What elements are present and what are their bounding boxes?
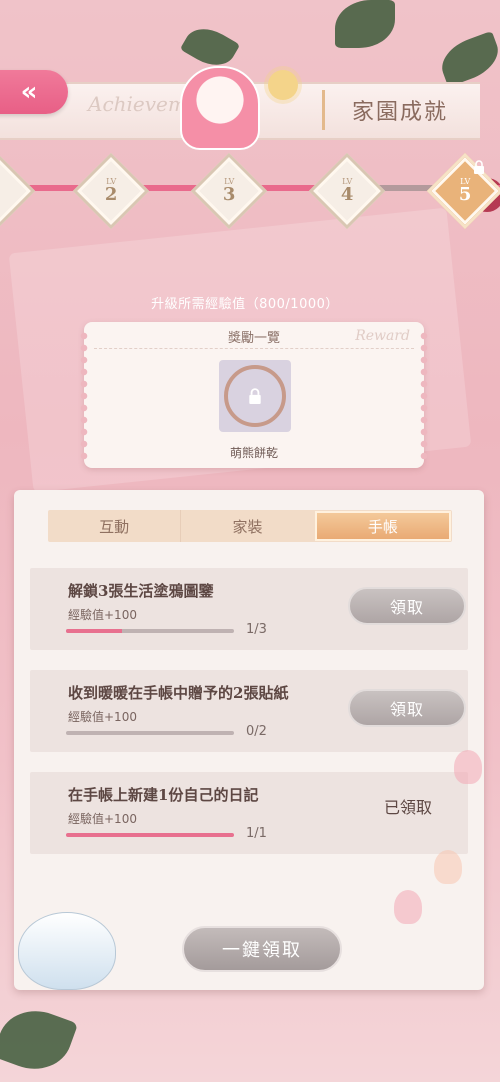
reward-script-text: Reward — [355, 328, 410, 344]
task-exp: 經驗值+100 — [68, 710, 137, 724]
task-progress-text: 1/1 — [246, 826, 267, 841]
page-title: 家園成就 — [322, 90, 475, 130]
flower-decoration — [454, 750, 482, 784]
lock-icon — [249, 388, 261, 404]
level-node-3[interactable]: LV 3 — [190, 152, 268, 230]
exp-required-text: 升級所需經驗值（800/1000） — [151, 297, 339, 312]
reward-item-icon[interactable] — [219, 360, 291, 432]
leaf-decoration — [435, 30, 500, 88]
task-row: 在手帳上新建1份自己的日記 經驗值+100 1/1 已領取 — [30, 772, 468, 854]
reward-panel: 獎勵一覽 Reward 萌熊餅乾 — [80, 322, 428, 468]
reward-item-name: 萌熊餅乾 — [229, 446, 278, 460]
flower-decoration — [394, 890, 422, 924]
task-progress-text: 1/3 — [246, 622, 267, 637]
level-node-partial — [0, 152, 36, 230]
cookie-frame-icon — [224, 365, 286, 427]
tab-bar: 互動 家裝 手帳 — [48, 510, 452, 542]
task-exp: 經驗值+100 — [68, 812, 137, 826]
task-progress-fill — [66, 833, 234, 837]
claim-button[interactable]: 領取 — [348, 689, 466, 727]
tab-journal[interactable]: 手帳 — [314, 511, 451, 541]
claimed-label: 已領取 — [384, 798, 433, 817]
lock-icon — [474, 160, 484, 174]
task-title: 在手帳上新建1份自己的日記 — [68, 786, 259, 804]
level-number: 2 — [104, 184, 118, 205]
leaf-decoration — [0, 999, 79, 1081]
task-title: 收到暖暖在手帳中贈予的2張貼紙 — [68, 684, 289, 702]
divider — [94, 348, 414, 349]
back-button[interactable]: « — [0, 70, 68, 114]
tab-furniture[interactable]: 家裝 — [180, 510, 313, 542]
level-number: 5 — [458, 184, 472, 205]
task-row: 解鎖3張生活塗鴉圖鑒 經驗值+100 1/3 領取 — [30, 568, 468, 650]
tab-interaction[interactable]: 互動 — [48, 510, 180, 542]
avatar — [180, 66, 260, 150]
task-progress-bar — [66, 731, 234, 735]
bird-mascot-icon — [18, 912, 116, 990]
task-progress-fill — [66, 629, 122, 633]
task-progress-text: 0/2 — [246, 724, 267, 739]
level-node-2[interactable]: LV 2 — [72, 152, 150, 230]
level-number: 4 — [340, 184, 354, 205]
level-number: 3 — [222, 184, 236, 205]
task-row: 收到暖暖在手帳中贈予的2張貼紙 經驗值+100 0/2 領取 — [30, 670, 468, 752]
leaf-decoration — [335, 0, 395, 48]
task-title: 解鎖3張生活塗鴉圖鑒 — [68, 582, 214, 600]
task-progress-bar — [66, 629, 234, 633]
task-progress-bar — [66, 833, 234, 837]
claim-button[interactable]: 領取 — [348, 587, 466, 625]
sun-icon — [268, 70, 298, 100]
claim-all-button[interactable]: 一鍵領取 — [182, 926, 342, 972]
flower-decoration — [434, 850, 462, 884]
task-exp: 經驗值+100 — [68, 608, 137, 622]
double-chevron-left-icon: « — [20, 77, 38, 107]
